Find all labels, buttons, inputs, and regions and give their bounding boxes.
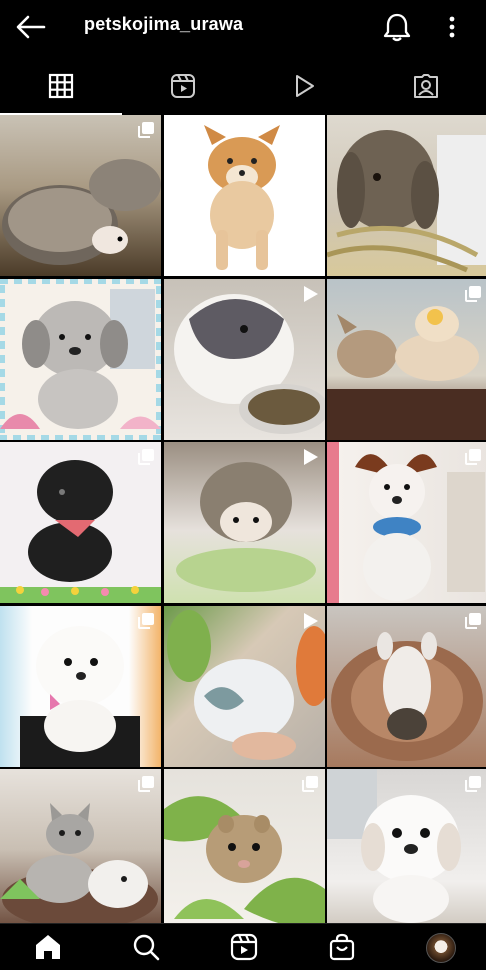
bell-icon[interactable] [380,11,414,43]
reels-icon [170,74,195,98]
post-thumbnail[interactable] [327,278,486,440]
top-bar: petskojima_urawa [0,0,486,54]
video-post-icon [303,449,318,465]
post-thumbnail[interactable] [327,605,486,767]
tab-reels[interactable] [122,55,244,115]
tab-tagged[interactable] [365,55,486,115]
post-thumbnail[interactable] [163,442,325,603]
video-post-icon [303,612,318,629]
photo-shiba-puppy [203,125,280,270]
post-thumbnail[interactable] [0,115,161,276]
photo-papillon [327,442,485,603]
photo-maltese [20,625,140,767]
posts-grid [0,115,486,930]
photo-grey-dog [0,278,161,440]
photo-hamster [163,796,325,930]
play-icon [296,75,314,97]
post-thumbnail[interactable] [0,769,161,930]
search-icon[interactable] [131,932,161,962]
photo-lop-rabbit [327,130,486,273]
post-thumbnail[interactable] [0,605,161,767]
tab-grid[interactable] [0,55,122,115]
photo-kittens [0,803,158,929]
post-thumbnail[interactable] [163,115,325,276]
post-thumbnail[interactable] [327,442,486,603]
post-thumbnail[interactable] [0,442,161,603]
grid-icon [48,73,74,99]
photo-hedgehogs [2,159,161,265]
photo-budgie [166,609,325,760]
multiple-posts-icon [138,612,154,629]
photo-rabbit [173,293,325,434]
multiple-posts-icon [301,776,318,792]
photo-pekingese [327,769,461,923]
post-thumbnail[interactable] [163,278,325,440]
photo-dog-on-bed [331,631,483,761]
shop-icon[interactable] [327,932,357,962]
post-thumbnail[interactable] [0,278,161,440]
bottom-navigation [0,923,486,970]
home-icon[interactable] [33,932,63,962]
multiple-posts-icon [465,612,481,629]
post-thumbnail[interactable] [327,769,486,930]
tagged-icon [413,74,438,98]
photo-chihuahuas [327,305,486,440]
post-thumbnail[interactable] [163,605,325,767]
post-thumbnail[interactable] [163,769,325,930]
profile-avatar[interactable] [426,933,456,963]
profile-tabs [0,55,486,115]
multiple-posts-icon [138,776,154,792]
photo-hedgehog [175,462,316,592]
tab-videos[interactable] [243,55,365,115]
photo-black-poodle [0,460,161,603]
multiple-posts-icon [465,449,481,465]
multiple-posts-icon [465,776,481,792]
multiple-posts-icon [138,449,154,465]
profile-username: petskojima_urawa [84,14,244,34]
arrow-left-icon[interactable] [14,11,48,43]
reels-icon[interactable] [229,932,259,962]
video-post-icon [303,285,318,302]
multiple-posts-icon [465,285,481,302]
more-vertical-icon[interactable] [440,11,464,43]
post-thumbnail[interactable] [327,115,486,276]
multiple-posts-icon [138,122,154,138]
